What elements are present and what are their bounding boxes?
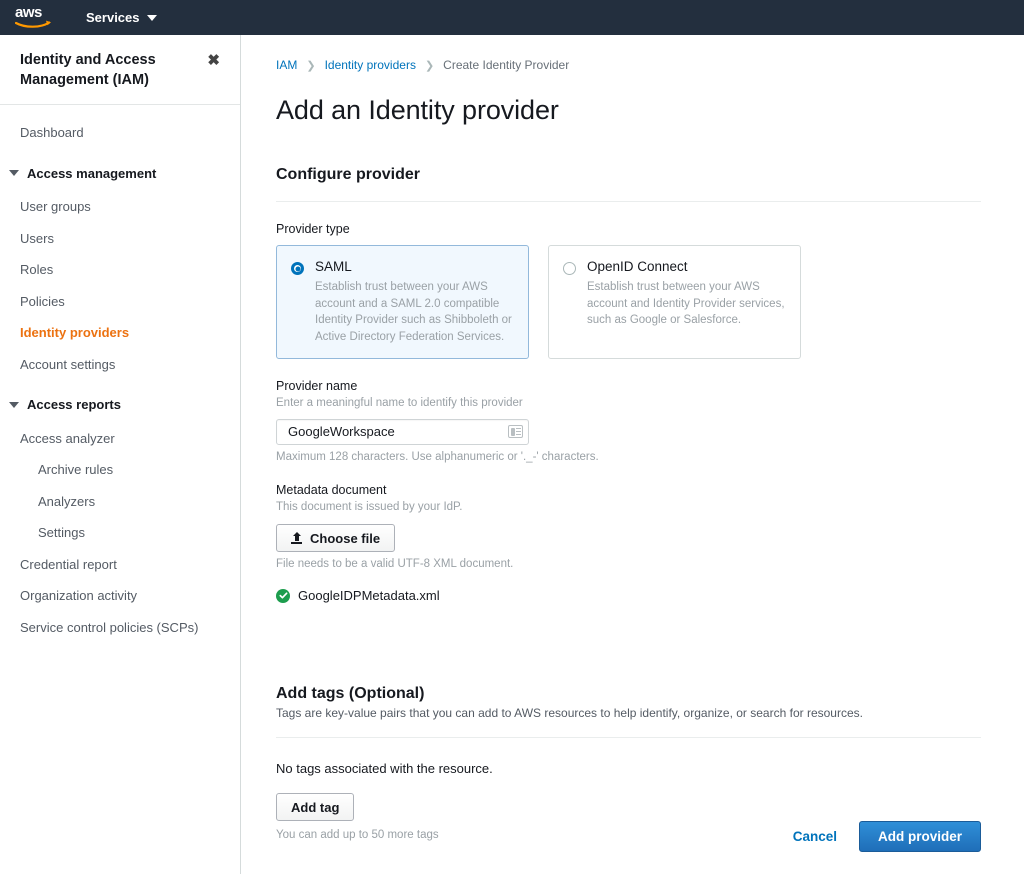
provider-name-label: Provider name (276, 379, 981, 393)
radio-button-saml[interactable] (291, 262, 304, 275)
uploaded-file-row: GoogleIDPMetadata.xml (276, 588, 981, 603)
sidebar-group-label: Access management (27, 164, 156, 184)
autofill-icon[interactable] (508, 425, 523, 438)
sidebar-item-analyzers[interactable]: Analyzers (0, 486, 240, 518)
sidebar-item-user-groups[interactable]: User groups (0, 191, 240, 223)
sidebar-group-access-reports[interactable]: Access reports (0, 389, 240, 421)
provider-name-input[interactable] (286, 420, 508, 444)
add-tag-label: Add tag (291, 801, 339, 814)
add-tag-button[interactable]: Add tag (276, 793, 354, 821)
sidebar-item-settings[interactable]: Settings (0, 517, 240, 549)
footer-actions: Cancel Add provider (793, 821, 981, 852)
sidebar-item-archive-rules[interactable]: Archive rules (0, 454, 240, 486)
provider-type-label: Provider type (276, 222, 981, 236)
upload-icon (291, 532, 302, 544)
autofill-icon-lines (516, 428, 521, 436)
breadcrumb-current: Create Identity Provider (443, 58, 569, 72)
provider-type-option-title: SAML (315, 259, 515, 275)
aws-logo[interactable]: aws (14, 5, 56, 31)
sidebar-item-dashboard[interactable]: Dashboard (0, 117, 240, 149)
cancel-button[interactable]: Cancel (793, 829, 837, 844)
iam-sidebar: Identity and Access Management (IAM) ✖ D… (0, 35, 241, 874)
choose-file-label: Choose file (310, 532, 380, 545)
tags-empty-message: No tags associated with the resource. (276, 761, 981, 776)
provider-type-option-saml[interactable]: SAML Establish trust between your AWS ac… (276, 245, 529, 359)
sidebar-item-service-control-policies[interactable]: Service control policies (SCPs) (0, 612, 240, 644)
page-title: Add an Identity provider (276, 95, 981, 126)
sidebar-item-policies[interactable]: Policies (0, 286, 240, 318)
add-tags-heading: Add tags (Optional) (276, 685, 981, 703)
sidebar-item-organization-activity[interactable]: Organization activity (0, 580, 240, 612)
autofill-icon-block (511, 428, 515, 436)
breadcrumb: IAM ❯ Identity providers ❯ Create Identi… (276, 35, 981, 72)
breadcrumb-item-iam[interactable]: IAM (276, 58, 297, 72)
sidebar-header: Identity and Access Management (IAM) ✖ (0, 35, 240, 105)
metadata-document-label: Metadata document (276, 483, 981, 497)
triangle-down-icon (9, 402, 19, 408)
sidebar-group-access-management[interactable]: Access management (0, 158, 240, 190)
breadcrumb-separator-icon: ❯ (306, 59, 315, 72)
provider-type-option-title: OpenID Connect (587, 259, 787, 275)
aws-logo-wordmark: aws (14, 5, 56, 20)
add-provider-label: Add provider (878, 830, 962, 844)
radio-button-openid-connect[interactable] (563, 262, 576, 275)
provider-type-option-body: SAML Establish trust between your AWS ac… (315, 259, 515, 345)
sidebar-item-roles[interactable]: Roles (0, 254, 240, 286)
tags-divider (276, 737, 981, 738)
aws-logo-smile-icon (15, 20, 53, 29)
metadata-document-description: This document is issued by your IdP. (276, 499, 981, 516)
main-content: IAM ❯ Identity providers ❯ Create Identi… (241, 35, 1024, 874)
provider-type-option-description: Establish trust between your AWS account… (587, 279, 787, 328)
provider-type-option-openid-connect[interactable]: OpenID Connect Establish trust between y… (548, 245, 801, 359)
sidebar-group-label: Access reports (27, 395, 121, 415)
aws-top-navigation: aws Services (0, 0, 1024, 35)
add-tag-row: Add tag (276, 793, 981, 821)
uploaded-file-name: GoogleIDPMetadata.xml (298, 588, 440, 603)
sidebar-item-account-settings[interactable]: Account settings (0, 349, 240, 381)
choose-file-row: Choose file (276, 524, 981, 552)
breadcrumb-item-identity-providers[interactable]: Identity providers (325, 58, 416, 72)
page-body: Identity and Access Management (IAM) ✖ D… (0, 35, 1024, 874)
metadata-document-hint: File needs to be a valid UTF-8 XML docum… (276, 558, 981, 570)
provider-type-option-body: OpenID Connect Establish trust between y… (587, 259, 787, 345)
sidebar-nav-list: Dashboard Access management User groups … (0, 105, 240, 643)
triangle-down-icon (9, 170, 19, 176)
sidebar-item-credential-report[interactable]: Credential report (0, 549, 240, 581)
provider-name-hint: Maximum 128 characters. Use alphanumeric… (276, 451, 981, 463)
section-divider (276, 201, 981, 202)
services-menu-button[interactable]: Services (80, 6, 163, 29)
sidebar-item-identity-providers[interactable]: Identity providers (0, 317, 240, 349)
sidebar-title: Identity and Access Management (IAM) (20, 51, 185, 90)
provider-type-option-description: Establish trust between your AWS account… (315, 279, 515, 345)
provider-name-description: Enter a meaningful name to identify this… (276, 395, 981, 412)
services-menu-label: Services (86, 10, 140, 25)
provider-name-input-wrapper[interactable] (276, 419, 529, 445)
choose-file-button[interactable]: Choose file (276, 524, 395, 552)
add-provider-button[interactable]: Add provider (859, 821, 981, 852)
configure-provider-heading: Configure provider (276, 166, 981, 184)
sidebar-item-access-analyzer[interactable]: Access analyzer (0, 423, 240, 455)
sidebar-item-users[interactable]: Users (0, 223, 240, 255)
close-icon[interactable]: ✖ (205, 51, 222, 70)
chevron-down-icon (147, 15, 157, 21)
provider-type-options: SAML Establish trust between your AWS ac… (276, 245, 981, 359)
breadcrumb-separator-icon: ❯ (425, 59, 434, 72)
success-check-icon (276, 589, 290, 603)
add-tags-description: Tags are key-value pairs that you can ad… (276, 706, 981, 720)
